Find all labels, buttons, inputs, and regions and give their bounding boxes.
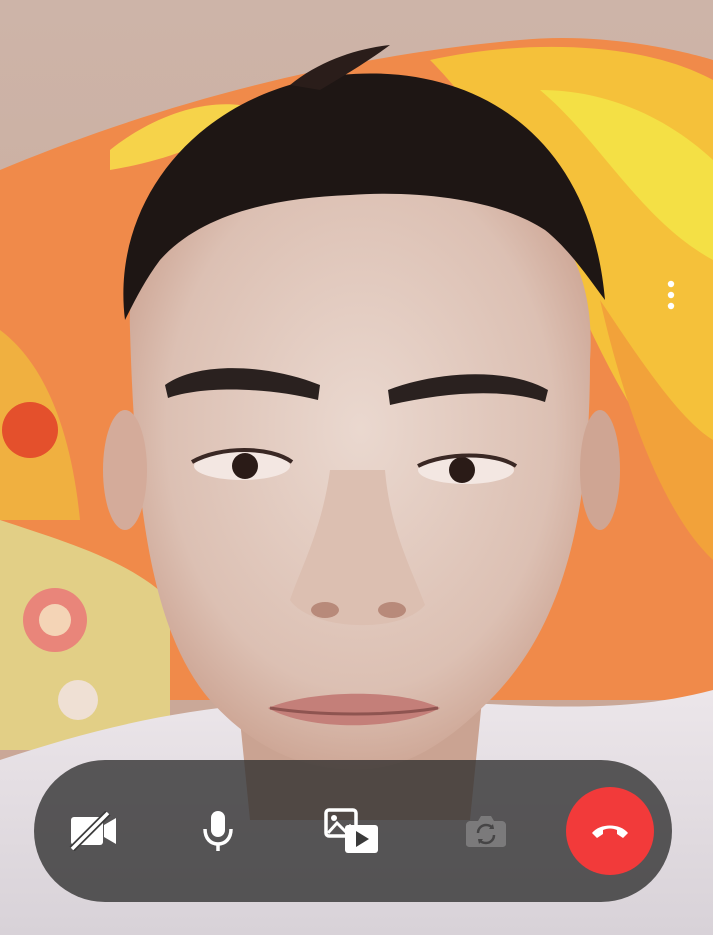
flip-camera-icon bbox=[466, 816, 506, 847]
video-call-screen bbox=[0, 0, 713, 935]
call-control-bar bbox=[34, 760, 672, 902]
flip-camera-button[interactable] bbox=[436, 760, 536, 902]
more-options-button[interactable] bbox=[656, 274, 686, 316]
share-media-button[interactable] bbox=[302, 760, 402, 902]
microphone-icon bbox=[203, 811, 233, 851]
toggle-microphone-button[interactable] bbox=[168, 760, 268, 902]
end-call-button[interactable] bbox=[566, 787, 654, 875]
video-off-icon bbox=[69, 811, 116, 851]
more-vertical-icon bbox=[667, 280, 675, 310]
media-share-icon bbox=[324, 808, 378, 853]
toggle-camera-button[interactable] bbox=[44, 760, 144, 902]
end-call-icon bbox=[592, 825, 628, 838]
